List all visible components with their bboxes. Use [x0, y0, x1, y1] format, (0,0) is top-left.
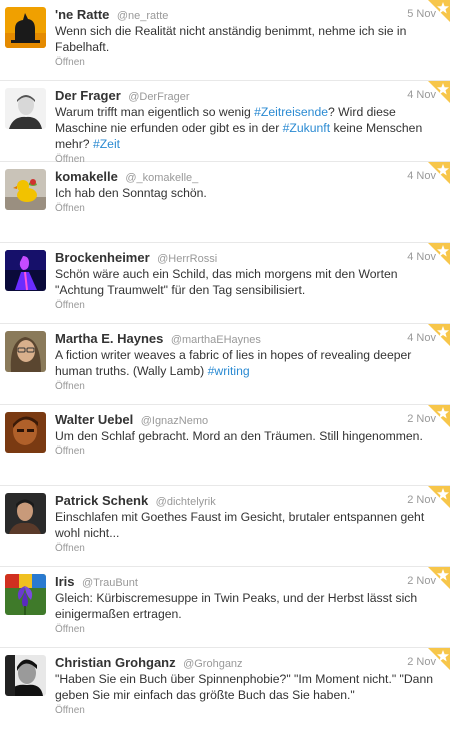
author-handle[interactable]: @IgnazNemo	[141, 415, 208, 427]
man-portrait-avatar-icon	[5, 493, 46, 534]
author-name[interactable]: Patrick Schenk	[55, 493, 148, 508]
tweet-text: Schön wäre auch ein Schild, das mich mor…	[55, 266, 436, 298]
author-handle[interactable]: @Grohganz	[183, 658, 242, 670]
tweet-text: A fiction writer weaves a fabric of lies…	[55, 347, 436, 379]
author-name[interactable]: Walter Uebel	[55, 412, 133, 427]
favorite-star-icon[interactable]	[424, 405, 450, 431]
open-link[interactable]: Öffnen	[55, 542, 436, 556]
tweet-text: Einschlafen mit Goethes Faust im Gesicht…	[55, 509, 436, 541]
author-handle[interactable]: @ne_ratte	[117, 10, 169, 22]
author-name[interactable]: Brockenheimer	[55, 250, 150, 265]
author-handle[interactable]: @DerFrager	[128, 91, 189, 103]
open-link[interactable]: Öffnen	[55, 623, 436, 637]
avatar[interactable]	[5, 412, 46, 453]
favorite-star-icon[interactable]	[424, 162, 450, 188]
tweet-item[interactable]: Christian Grohganz @Grohganz "Haben Sie …	[0, 648, 450, 729]
open-link[interactable]: Öffnen	[55, 704, 436, 718]
author-handle[interactable]: @_komakelle_	[125, 172, 198, 184]
tweet-text-segment: Schön wäre auch ein Schild, das mich mor…	[55, 267, 398, 297]
bw-portrait-avatar-icon	[5, 655, 46, 696]
iris-flower-avatar-icon	[5, 574, 46, 615]
author-name[interactable]: 'ne Ratte	[55, 7, 109, 22]
tweet-item[interactable]: Martha E. Haynes @marthaEHaynes A fictio…	[0, 324, 450, 405]
tweet-text-segment: Um den Schlaf gebracht. Mord an den Träu…	[55, 429, 423, 443]
rat-silhouette-avatar-icon	[5, 7, 46, 48]
tweet-item[interactable]: Der Frager @DerFrager Warum trifft man e…	[0, 81, 450, 165]
hashtag-link[interactable]: #Zukunft	[283, 121, 330, 135]
favorite-star-icon[interactable]	[424, 567, 450, 593]
author-handle[interactable]: @TrauBunt	[82, 577, 138, 589]
tweet-item[interactable]: komakelle @_komakelle_ Ich hab den Sonnt…	[0, 162, 450, 243]
open-link[interactable]: Öffnen	[55, 380, 436, 394]
avatar[interactable]	[5, 7, 46, 48]
tweet-text: Um den Schlaf gebracht. Mord an den Träu…	[55, 428, 436, 444]
open-link[interactable]: Öffnen	[55, 202, 436, 216]
tweet-text-segment: Warum trifft man eigentlich so wenig	[55, 105, 255, 119]
favorite-star-icon[interactable]	[424, 324, 450, 350]
avatar[interactable]	[5, 574, 46, 615]
favorite-star-icon[interactable]	[424, 81, 450, 107]
brown-portrait-avatar-icon	[5, 412, 46, 453]
avatar[interactable]	[5, 331, 46, 372]
hashtag-link[interactable]: #writing	[208, 364, 250, 378]
author-handle[interactable]: @marthaEHaynes	[171, 334, 261, 346]
tweet-text-segment: "Haben Sie ein Buch über Spinnenphobie?"…	[55, 672, 434, 702]
tweet-text: Warum trifft man eigentlich so wenig #Ze…	[55, 104, 436, 152]
tweet-item[interactable]: 'ne Ratte @ne_ratte Wenn sich die Realit…	[0, 0, 450, 81]
author-name[interactable]: Iris	[55, 574, 75, 589]
avatar[interactable]	[5, 250, 46, 291]
favorite-star-icon[interactable]	[424, 0, 450, 26]
woman-portrait-avatar-icon	[5, 331, 46, 372]
avatar[interactable]	[5, 88, 46, 129]
hashtag-link[interactable]: #Zeitreisende	[254, 105, 328, 119]
tweet-item[interactable]: Patrick Schenk @dichtelyrik Einschlafen …	[0, 486, 450, 567]
open-link[interactable]: Öffnen	[55, 445, 436, 459]
duck-toy-avatar-icon	[5, 169, 46, 210]
author-name[interactable]: Christian Grohganz	[55, 655, 176, 670]
author-name[interactable]: komakelle	[55, 169, 118, 184]
tweet-text: Gleich: Kürbiscremesuppe in Twin Peaks, …	[55, 590, 436, 622]
tweet-text-segment: Ich hab den Sonntag schön.	[55, 186, 207, 200]
tweet-item[interactable]: Walter Uebel @IgnazNemo Um den Schlaf ge…	[0, 405, 450, 486]
tweet-text-segment: Einschlafen mit Goethes Faust im Gesicht…	[55, 510, 425, 540]
favorite-star-icon[interactable]	[424, 486, 450, 512]
tweet-text: "Haben Sie ein Buch über Spinnenphobie?"…	[55, 671, 436, 703]
neon-figure-avatar-icon	[5, 250, 46, 291]
tweet-text: Wenn sich die Realität nicht anständig b…	[55, 23, 436, 55]
hashtag-link[interactable]: #Zeit	[93, 137, 120, 151]
author-handle[interactable]: @HerrRossi	[157, 253, 217, 265]
favorite-star-icon[interactable]	[424, 648, 450, 674]
favorite-star-icon[interactable]	[424, 243, 450, 269]
tweet-text: Ich hab den Sonntag schön.	[55, 185, 436, 201]
open-link[interactable]: Öffnen	[55, 299, 436, 313]
avatar[interactable]	[5, 655, 46, 696]
tweet-timeline: 'ne Ratte @ne_ratte Wenn sich die Realit…	[0, 0, 450, 729]
open-link[interactable]: Öffnen	[55, 56, 436, 70]
author-name[interactable]: Der Frager	[55, 88, 121, 103]
avatar[interactable]	[5, 493, 46, 534]
tweet-text-segment: Wenn sich die Realität nicht anständig b…	[55, 24, 407, 54]
author-name[interactable]: Martha E. Haynes	[55, 331, 163, 346]
person-portrait-avatar-icon	[5, 88, 46, 129]
tweet-text-segment: Gleich: Kürbiscremesuppe in Twin Peaks, …	[55, 591, 418, 621]
tweet-item[interactable]: Iris @TrauBunt Gleich: Kürbiscremesuppe …	[0, 567, 450, 648]
author-handle[interactable]: @dichtelyrik	[156, 496, 216, 508]
tweet-item[interactable]: Brockenheimer @HerrRossi Schön wäre auch…	[0, 243, 450, 324]
avatar[interactable]	[5, 169, 46, 210]
